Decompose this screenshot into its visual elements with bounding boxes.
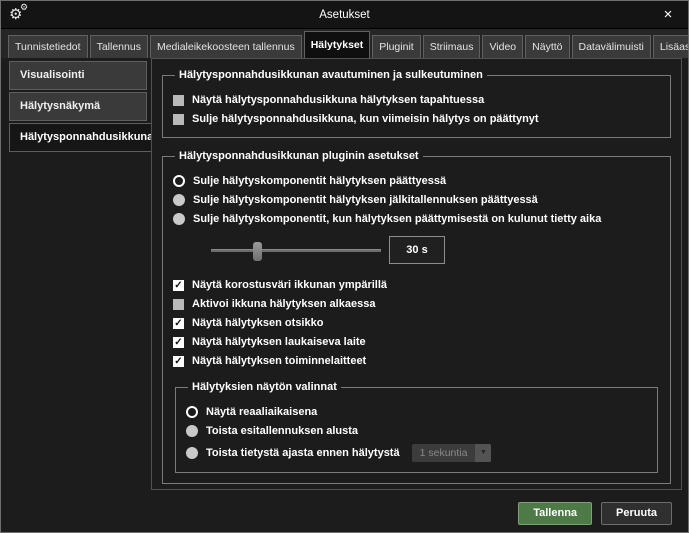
chevron-down-icon: ▼ (475, 444, 491, 462)
window-title: Asetukset (1, 9, 688, 21)
checkbox-row[interactable]: Sulje hälytysponnahdusikkuna, kun viimei… (173, 113, 662, 125)
group-title: Hälytyksien näytön valinnat (188, 381, 341, 393)
checkbox-icon[interactable]: ✓ (173, 337, 184, 348)
radio-row[interactable]: Toista esitallennuksen alusta (186, 425, 649, 437)
dropdown-value: 1 sekuntia (412, 444, 476, 462)
sidebar-item-visualisointi[interactable]: Visualisointi (9, 61, 147, 90)
checkbox-label: Sulje hälytysponnahdusikkuna, kun viimei… (192, 113, 539, 125)
plugin-checkbox-list: ✓ Näytä korostusväri ikkunan ympärillä A… (171, 279, 662, 367)
checkbox-icon[interactable]: ✓ (173, 318, 184, 329)
group-title: Hälytysponnahdusikkunan pluginin asetuks… (175, 150, 423, 162)
tab-tunnistetiedot[interactable]: Tunnistetiedot (8, 35, 88, 58)
radio-icon[interactable] (186, 425, 198, 437)
radio-icon[interactable] (186, 447, 198, 459)
sidebar: Visualisointi Hälytysnäkymä Hälytysponna… (9, 61, 151, 154)
close-icon[interactable]: × (658, 5, 678, 25)
tab-medialeikekoosteen-tallennus[interactable]: Medialeikekoosteen tallennus (150, 35, 302, 58)
radio-row[interactable]: Toista tietystä ajasta ennen hälytystä 1… (186, 444, 649, 462)
radio-label: Näytä reaaliaikaisena (206, 406, 317, 418)
sidebar-item-halytysponnahdusikkuna[interactable]: Hälytysponnahdusikkuna (9, 123, 151, 152)
delay-slider-row: 30 s (211, 235, 662, 265)
radio-icon[interactable] (173, 175, 185, 187)
radio-label: Sulje hälytyskomponentit hälytyksen päät… (193, 175, 446, 187)
checkbox-icon[interactable] (173, 299, 184, 310)
sidebar-item-halytysnakyma[interactable]: Hälytysnäkymä (9, 92, 147, 121)
radio-icon[interactable] (186, 406, 198, 418)
checkbox-row[interactable]: Näytä hälytysponnahdusikkuna hälytyksen … (173, 94, 662, 106)
title-bar: ⚙ ⚙ Asetukset × (1, 1, 688, 29)
checkbox-icon[interactable]: ✓ (173, 356, 184, 367)
checkbox-row[interactable]: Aktivoi ikkuna hälytyksen alkaessa (173, 298, 662, 310)
checkbox-row[interactable]: ✓ Näytä hälytyksen otsikko (173, 317, 662, 329)
slider-handle[interactable] (253, 242, 262, 261)
radio-label: Sulje hälytyskomponentit hälytyksen jälk… (193, 194, 538, 206)
tab-video[interactable]: Video (482, 35, 523, 58)
slider-track[interactable] (211, 249, 381, 252)
checkbox-icon[interactable] (173, 114, 184, 125)
radio-row[interactable]: Sulje hälytyskomponentit, kun hälytyksen… (173, 213, 662, 225)
dialog-body: Visualisointi Hälytysnäkymä Hälytysponna… (1, 58, 688, 532)
checkbox-label: Näytä hälytysponnahdusikkuna hälytyksen … (192, 94, 484, 106)
radio-icon[interactable] (173, 194, 185, 206)
tab-datavalimuisti[interactable]: Datavälimuisti (572, 35, 651, 58)
group-popup-open-close: Hälytysponnahdusikkunan avautuminen ja s… (162, 69, 671, 138)
time-before-alarm-dropdown[interactable]: 1 sekuntia ▼ (412, 444, 492, 462)
radio-icon[interactable] (173, 213, 185, 225)
checkbox-label: Näytä korostusväri ikkunan ympärillä (192, 279, 387, 291)
checkbox-icon[interactable]: ✓ (173, 280, 184, 291)
slider-value-input[interactable]: 30 s (389, 236, 445, 264)
tab-bar: Tunnistetiedot Tallennus Medialeikekoost… (1, 29, 688, 58)
checkbox-row[interactable]: ✓ Näytä korostusväri ikkunan ympärillä (173, 279, 662, 291)
radio-row[interactable]: Näytä reaaliaikaisena (186, 406, 649, 418)
checkbox-row[interactable]: ✓ Näytä hälytyksen laukaiseva laite (173, 336, 662, 348)
settings-panel: Hälytysponnahdusikkunan avautuminen ja s… (151, 58, 682, 490)
radio-row[interactable]: Sulje hälytyskomponentit hälytyksen jälk… (173, 194, 662, 206)
tab-tallennus[interactable]: Tallennus (90, 35, 148, 58)
radio-label: Toista tietystä ajasta ennen hälytystä (206, 447, 400, 459)
radio-label: Sulje hälytyskomponentit, kun hälytyksen… (193, 213, 601, 225)
checkbox-label: Aktivoi ikkuna hälytyksen alkaessa (192, 298, 375, 310)
tab-naytto[interactable]: Näyttö (525, 35, 569, 58)
checkbox-label: Näytä hälytyksen laukaiseva laite (192, 336, 366, 348)
settings-window: ⚙ ⚙ Asetukset × Tunnistetiedot Tallennus… (0, 0, 689, 533)
group-plugin-settings: Hälytysponnahdusikkunan pluginin asetuks… (162, 150, 671, 484)
group-alarm-display-options: Hälytyksien näytön valinnat Näytä reaali… (175, 381, 658, 473)
radio-row[interactable]: Sulje hälytyskomponentit hälytyksen päät… (173, 175, 662, 187)
cancel-button[interactable]: Peruuta (601, 502, 672, 525)
tab-lisaasetukset[interactable]: Lisäasetukset (653, 35, 688, 58)
save-button[interactable]: Tallenna (518, 502, 592, 525)
tab-pluginit[interactable]: Pluginit (372, 35, 420, 58)
checkbox-label: Näytä hälytyksen otsikko (192, 317, 323, 329)
checkbox-icon[interactable] (173, 95, 184, 106)
group-title: Hälytysponnahdusikkunan avautuminen ja s… (175, 69, 487, 81)
checkbox-row[interactable]: ✓ Näytä hälytyksen toiminnelaitteet (173, 355, 662, 367)
checkbox-label: Näytä hälytyksen toiminnelaitteet (192, 355, 366, 367)
dialog-buttons: Tallenna Peruuta (518, 502, 672, 525)
radio-label: Toista esitallennuksen alusta (206, 425, 358, 437)
tab-halytykset[interactable]: Hälytykset (304, 31, 371, 58)
tab-striimaus[interactable]: Striimaus (423, 35, 481, 58)
